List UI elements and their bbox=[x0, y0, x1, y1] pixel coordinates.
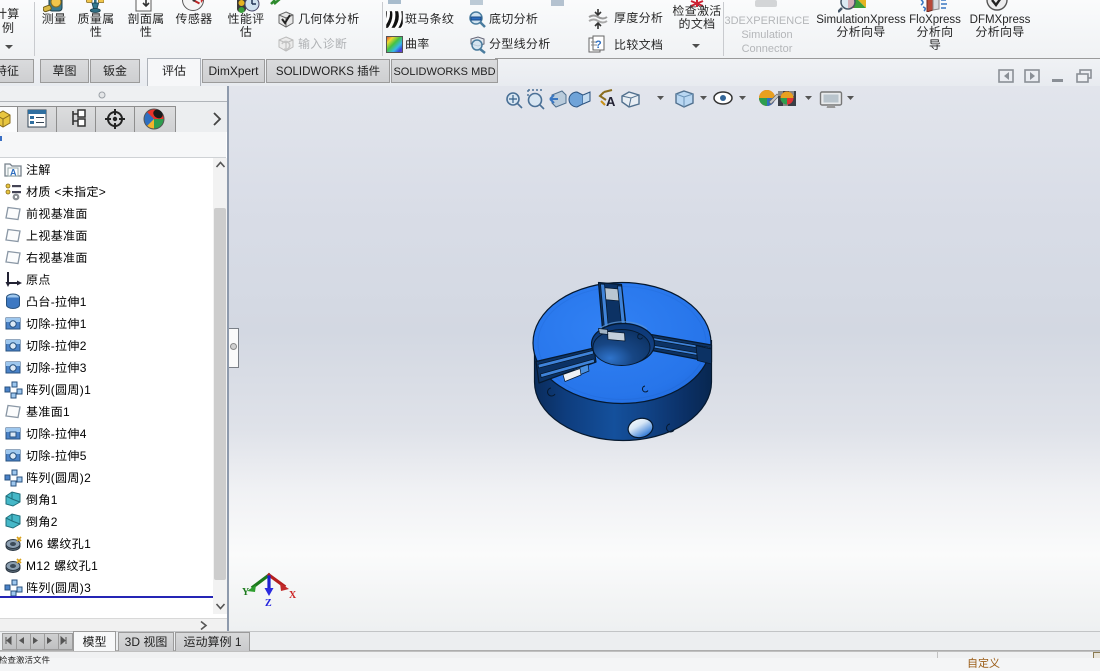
svg-text:X: X bbox=[289, 590, 297, 601]
svg-text:Y: Y bbox=[242, 587, 250, 598]
svg-text:?: ? bbox=[595, 36, 602, 52]
svg-text:A: A bbox=[10, 166, 17, 179]
svg-text:Z: Z bbox=[265, 598, 272, 609]
